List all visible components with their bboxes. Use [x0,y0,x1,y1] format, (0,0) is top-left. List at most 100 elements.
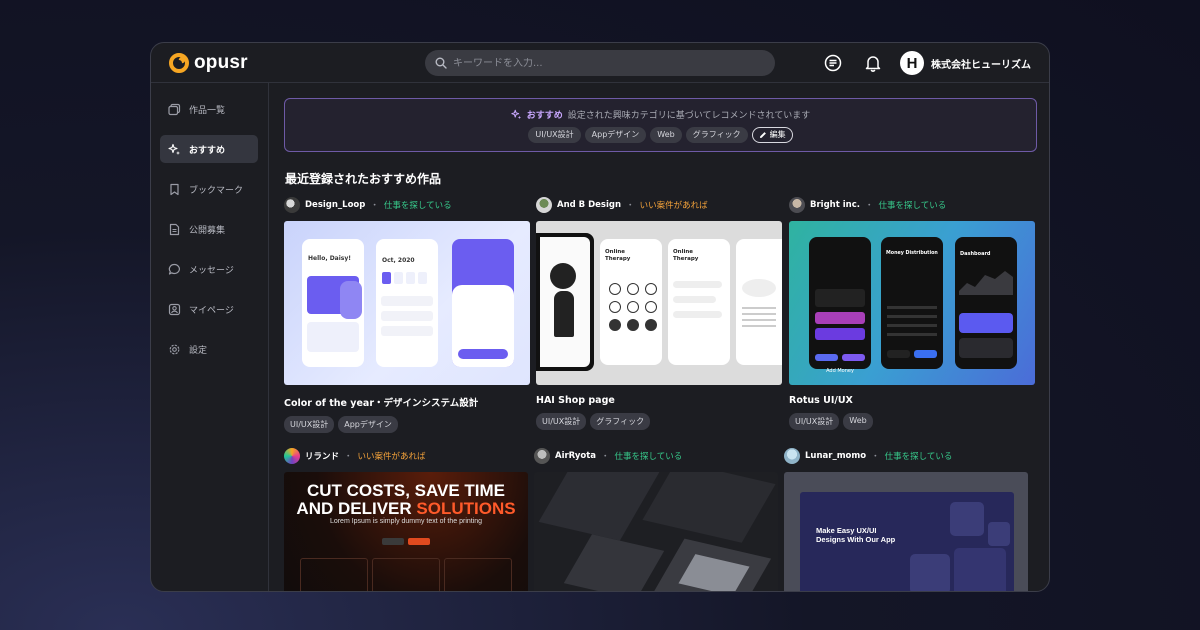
work-thumbnail[interactable]: Add Money Money Distribution Dashboard [789,221,1035,385]
interest-tag: グラフィック [685,126,748,143]
sidebar: 作品一覧 おすすめ ブックマーク 公開募集 メッセージ マイページ 設定 [151,83,269,591]
account-menu[interactable]: H 株式会社ヒューリズム [900,51,1031,75]
gear-icon [169,344,180,354]
mockup-phone [452,239,514,367]
user-name: Design_Loop [305,200,366,210]
main-content: おすすめ 設定された興味カテゴリに基づいてレコメンドされています UI/UX設計… [270,83,1049,591]
interest-tags: UI/UX設計 Appデザイン Web グラフィック 編集 [528,126,793,143]
user-name: And B Design [557,200,622,210]
user-avatar [536,197,552,213]
work-title[interactable]: Color of the year・デザインシステム設計 [284,395,530,409]
work-card[interactable]: Bright inc. ・ 仕事を探している Add Money Money D… [789,197,1035,430]
bell-icon [865,56,881,72]
work-title[interactable]: Rotus UI/UX [789,395,1035,406]
search-bar[interactable] [425,50,775,76]
search-icon [435,57,447,69]
gallery-icon [168,103,181,115]
mockup-headline: Make Easy UX/UI Designs With Our App [816,526,896,544]
notes-icon [824,54,842,72]
mockup-heading: Online Therapy [605,249,631,262]
bookmark-icon [170,183,179,195]
separator-dot: ・ [871,452,880,462]
work-tags: UI/UX設計 Web [789,413,1035,430]
mockup-heading: Online Therapy [673,249,699,262]
recommendation-banner: おすすめ 設定された興味カテゴリに基づいてレコメンドされています UI/UX設計… [284,98,1037,152]
work-tag: Web [843,413,873,430]
sidebar-item-recommend[interactable]: おすすめ [160,135,258,163]
separator-dot: ・ [344,452,353,462]
search-input[interactable] [453,57,753,69]
work-card[interactable]: リランド ・ いい案件があれば CUT COSTS, SAVE TIME AND… [284,448,530,591]
mockup-chart-icon [959,271,1013,295]
mockup-greeting: Hello, Daisy! [308,255,351,262]
recommendation-description: 設定された興味カテゴリに基づいてレコメンドされています [567,110,811,121]
work-thumbnail[interactable]: Online Therapy Online Therapy [536,221,782,385]
notification-button[interactable] [860,50,886,76]
notes-button[interactable] [820,50,846,76]
headline-highlight: SOLUTIONS [416,499,516,518]
mockup-date: Oct, 2020 [382,257,415,264]
user-avatar [789,197,805,213]
sparkle-icon [511,109,521,119]
sidebar-item-public-recruitment[interactable]: 公開募集 [160,215,258,243]
header-actions: H 株式会社ヒューリズム [820,43,1031,83]
work-title[interactable]: HAI Shop page [536,395,782,406]
mockup-button-text: Add Money [826,368,854,374]
work-card[interactable]: AirRyota ・ 仕事を探している [534,448,780,591]
headline-line-1: CUT COSTS, SAVE TIME [306,481,506,500]
work-thumbnail[interactable]: Hello, Daisy! Oct, 2020 [284,221,530,385]
user-status: いい案件があれば [357,452,426,462]
company-name: 株式会社ヒューリズム [931,59,1031,71]
sidebar-item-label: 設定 [189,345,208,356]
mockup-phone: Online Therapy [668,239,730,365]
user-name: Bright inc. [810,200,860,210]
separator-dot: ・ [864,201,874,211]
work-thumbnail[interactable] [534,472,778,591]
section-title: 最近登録されたおすすめ作品 [285,172,442,186]
mockup-phone: Dashboard [955,237,1017,369]
mockup-website: Make Easy UX/UI Designs With Our App [800,492,1014,591]
logo-text: opusr [194,51,248,73]
sidebar-item-works[interactable]: 作品一覧 [160,95,258,123]
sidebar-item-label: おすすめ [189,145,226,156]
user-status: 仕事を探している [383,201,452,211]
logo[interactable]: opusr [169,52,248,74]
recommendation-title: おすすめ [526,110,563,121]
work-tag: Appデザイン [338,416,398,433]
top-bar: opusr キーワードを入力... H 株式会社ヒューリズム [151,43,1049,83]
headline-line-2-text: AND DELIVER [296,499,417,518]
user-name: AirRyota [555,451,597,461]
sidebar-item-settings[interactable]: 設定 [160,335,258,363]
user-status: 仕事を探している [878,201,947,211]
mockup-phone: Add Money [809,237,871,374]
user-status: 仕事を探している [884,452,953,462]
user-status: 仕事を探している [614,452,683,462]
mockup-heading: Dashboard [960,251,991,257]
user-avatar [284,448,300,464]
separator-dot: ・ [601,452,610,462]
mockup-phone: Online Therapy [600,239,662,365]
mockup-phone: Money Distribution [881,237,943,369]
user-status: いい案件があれば [639,201,708,211]
work-thumbnail[interactable]: CUT COSTS, SAVE TIME AND DELIVER SOLUTIO… [284,472,528,591]
edit-label: 編集 [769,129,786,139]
sidebar-item-messages[interactable]: メッセージ [160,255,258,283]
work-card[interactable]: Lunar_momo ・ 仕事を探している Make Easy UX/UI De… [784,448,1030,591]
edit-interests-button[interactable]: 編集 [751,126,793,143]
work-tag: UI/UX設計 [536,413,587,430]
sidebar-item-mypage[interactable]: マイページ [160,295,258,323]
sidebar-item-bookmark[interactable]: ブックマーク [160,175,258,203]
work-thumbnail[interactable]: Make Easy UX/UI Designs With Our App [784,472,1028,591]
opusr-logo-icon [169,52,189,73]
sidebar-item-label: マイページ [189,305,234,316]
separator-dot: ・ [370,201,379,211]
work-card[interactable]: And B Design ・ いい案件があれば Online Therapy O… [536,197,782,430]
work-tags: UI/UX設計 グラフィック [536,413,782,430]
work-card[interactable]: Design_Loop ・ 仕事を探している Hello, Daisy! Oct… [284,197,530,433]
profile-icon [168,303,181,315]
message-icon [168,263,180,275]
work-tag: UI/UX設計 [284,416,335,433]
interest-tag: UI/UX設計 [528,126,581,143]
mockup-phone: Oct, 2020 [376,239,438,367]
work-tag: グラフィック [590,413,651,430]
